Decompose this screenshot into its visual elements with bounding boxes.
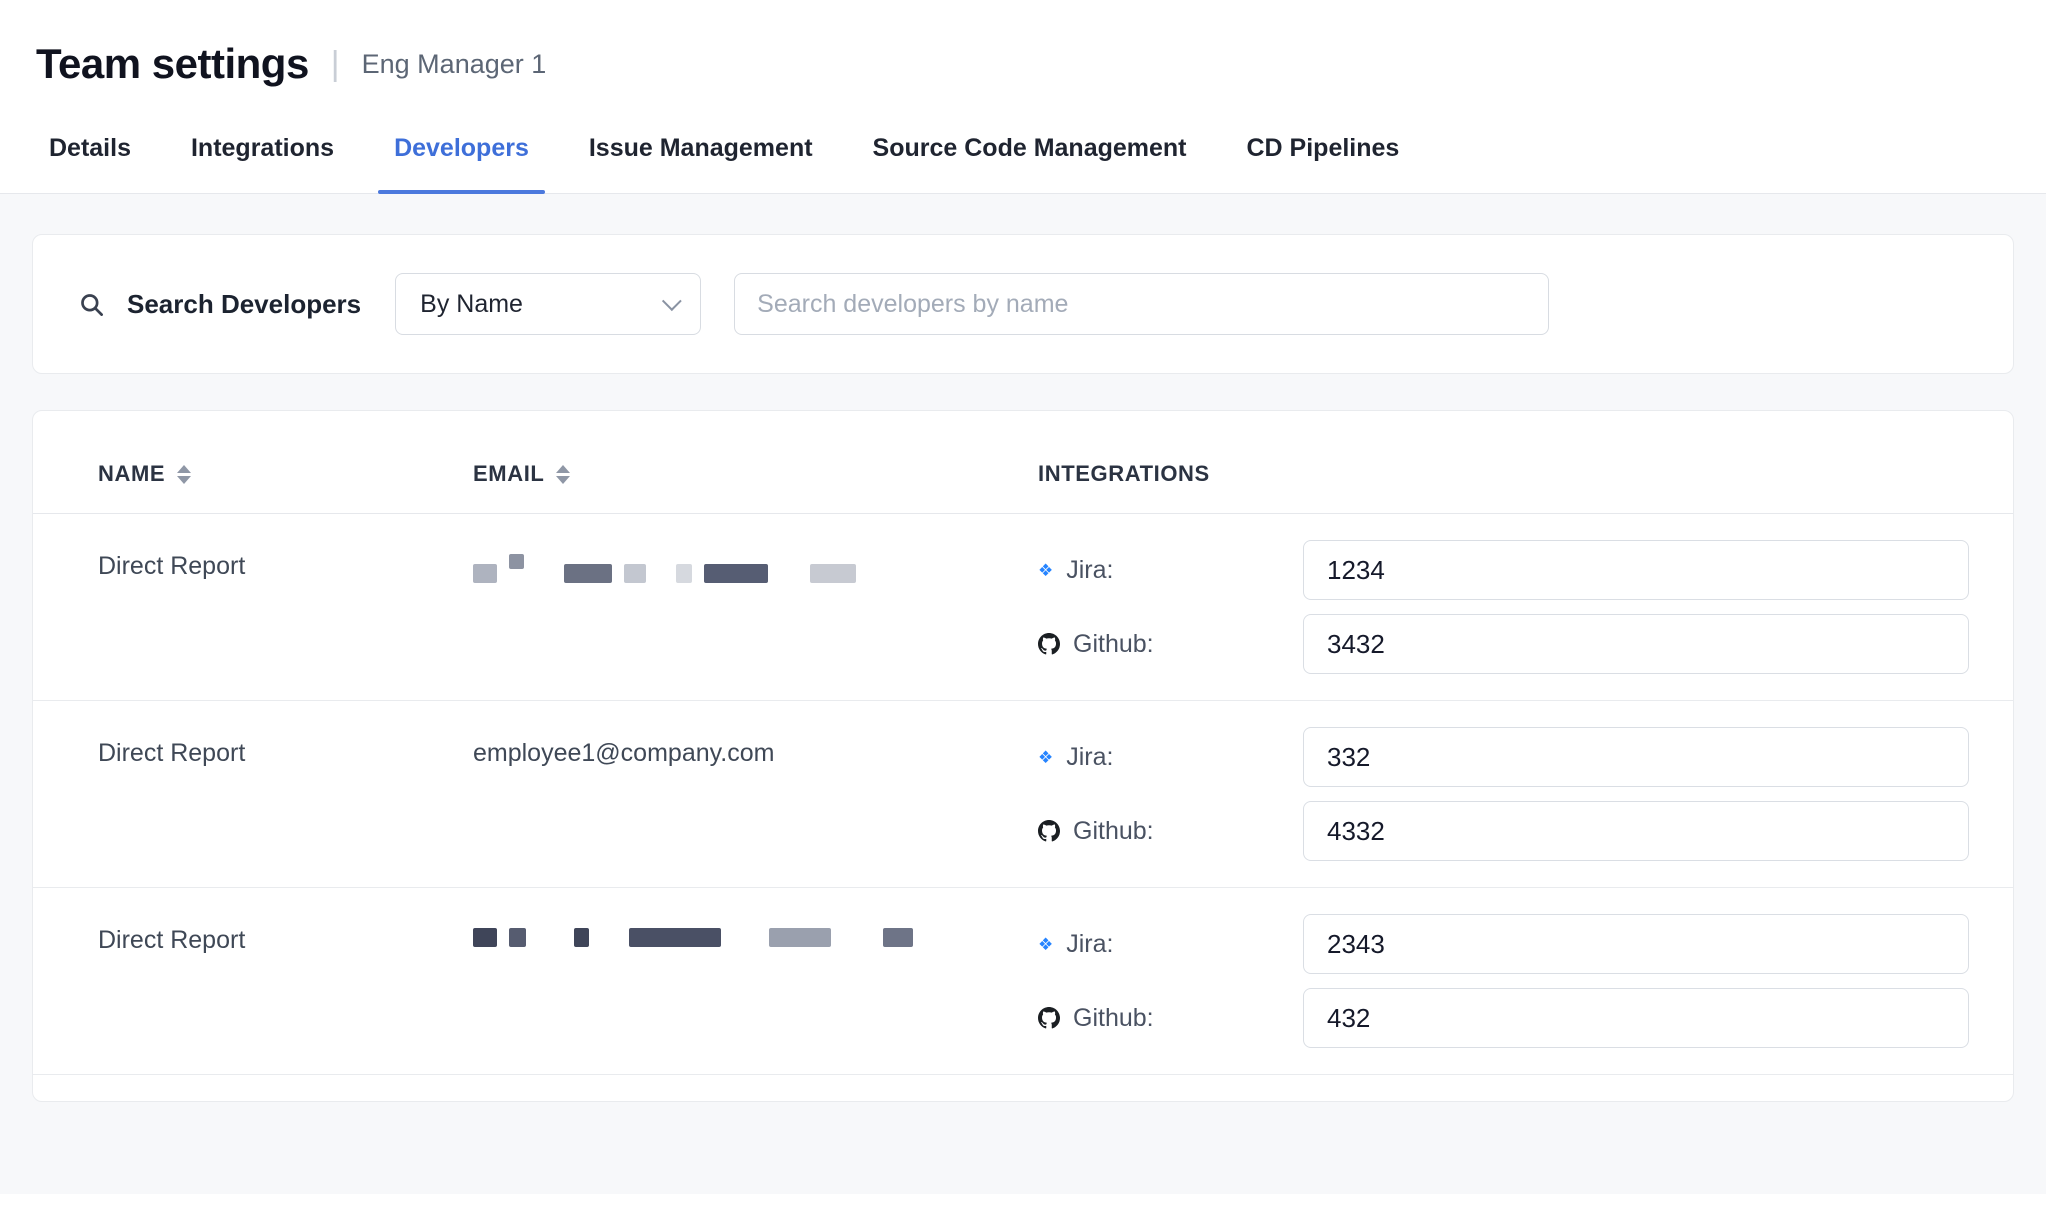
redacted-block bbox=[473, 564, 497, 583]
table-header-row: NAME EMAIL INTEGRATIONS bbox=[33, 425, 2013, 514]
page-header: Team settings | Eng Manager 1 bbox=[0, 0, 2046, 106]
jira-label: ❖ Jira: bbox=[1038, 556, 1303, 585]
jira-id-input[interactable] bbox=[1303, 727, 1969, 787]
search-input[interactable] bbox=[734, 273, 1549, 335]
developer-name: Direct Report bbox=[98, 914, 473, 955]
table-row: Direct Report ❖ Jira: bbox=[33, 514, 2013, 701]
redacted-block bbox=[629, 928, 721, 947]
redacted-block bbox=[883, 928, 913, 947]
jira-icon: ❖ bbox=[1038, 562, 1053, 579]
github-id-input[interactable] bbox=[1303, 801, 1969, 861]
tab-cd-pipelines[interactable]: CD Pipelines bbox=[1245, 106, 1402, 193]
github-integration-row: Github: bbox=[1038, 988, 1969, 1048]
sort-name-button[interactable] bbox=[177, 465, 191, 484]
search-icon bbox=[78, 291, 105, 318]
search-developers-label: Search Developers bbox=[127, 289, 361, 320]
github-label: Github: bbox=[1038, 1004, 1303, 1033]
github-label: Github: bbox=[1038, 630, 1303, 659]
tab-issue-management[interactable]: Issue Management bbox=[587, 106, 815, 193]
sort-email-button[interactable] bbox=[556, 465, 570, 484]
jira-label: ❖ Jira: bbox=[1038, 930, 1303, 959]
redacted-block bbox=[509, 928, 526, 947]
developer-name: Direct Report bbox=[98, 540, 473, 581]
tab-source-code-management[interactable]: Source Code Management bbox=[871, 106, 1189, 193]
jira-label: ❖ Jira: bbox=[1038, 743, 1303, 772]
redacted-block bbox=[574, 928, 589, 947]
tab-developers[interactable]: Developers bbox=[392, 106, 531, 193]
redacted-email bbox=[473, 914, 1038, 947]
redacted-block bbox=[810, 564, 856, 583]
redacted-block bbox=[564, 564, 612, 583]
table-row: Direct Report employee1@company.com ❖ Ji… bbox=[33, 701, 2013, 888]
redacted-block bbox=[676, 564, 692, 583]
redacted-block bbox=[769, 928, 831, 947]
jira-icon: ❖ bbox=[1038, 936, 1053, 953]
jira-integration-row: ❖ Jira: bbox=[1038, 914, 1969, 974]
sort-up-icon bbox=[177, 465, 191, 473]
search-developers-card: Search Developers By Name bbox=[32, 234, 2014, 374]
sort-down-icon bbox=[556, 476, 570, 484]
github-integration-row: Github: bbox=[1038, 801, 1969, 861]
developers-table: NAME EMAIL INTEGRATIONS Direct Report bbox=[32, 410, 2014, 1102]
jira-integration-row: ❖ Jira: bbox=[1038, 727, 1969, 787]
github-icon bbox=[1038, 820, 1060, 842]
tab-details[interactable]: Details bbox=[47, 106, 133, 193]
sort-down-icon bbox=[177, 476, 191, 484]
search-filter-select[interactable]: By Name bbox=[395, 273, 701, 335]
tab-integrations[interactable]: Integrations bbox=[189, 106, 336, 193]
main-content: Search Developers By Name NAME EMAIL bbox=[0, 194, 2046, 1194]
column-header-email: EMAIL bbox=[473, 461, 1038, 487]
github-integration-row: Github: bbox=[1038, 614, 1969, 674]
jira-id-input[interactable] bbox=[1303, 540, 1969, 600]
sort-up-icon bbox=[556, 465, 570, 473]
redacted-email bbox=[473, 540, 1038, 583]
jira-icon: ❖ bbox=[1038, 749, 1053, 766]
jira-id-input[interactable] bbox=[1303, 914, 1969, 974]
redacted-block bbox=[509, 554, 524, 569]
table-row: Direct Report ❖ Jira: bbox=[33, 888, 2013, 1075]
search-filter-value: By Name bbox=[420, 290, 523, 319]
integrations-cell: ❖ Jira: Github: bbox=[1038, 727, 1969, 861]
github-id-input[interactable] bbox=[1303, 614, 1969, 674]
page-subtitle: Eng Manager 1 bbox=[362, 49, 547, 80]
redacted-block bbox=[624, 564, 646, 583]
github-label: Github: bbox=[1038, 817, 1303, 846]
developer-email: employee1@company.com bbox=[473, 727, 1038, 768]
github-id-input[interactable] bbox=[1303, 988, 1969, 1048]
page-title: Team settings bbox=[36, 40, 309, 88]
column-header-name: NAME bbox=[98, 461, 473, 487]
developer-name: Direct Report bbox=[98, 727, 473, 768]
chevron-down-icon bbox=[662, 291, 682, 311]
redacted-block bbox=[473, 928, 497, 947]
redacted-block bbox=[704, 564, 768, 583]
title-divider: | bbox=[331, 45, 340, 84]
tab-bar: Details Integrations Developers Issue Ma… bbox=[0, 106, 2046, 194]
github-icon bbox=[1038, 633, 1060, 655]
github-icon bbox=[1038, 1007, 1060, 1029]
integrations-cell: ❖ Jira: Github: bbox=[1038, 540, 1969, 674]
jira-integration-row: ❖ Jira: bbox=[1038, 540, 1969, 600]
integrations-cell: ❖ Jira: Github: bbox=[1038, 914, 1969, 1048]
column-header-integrations: INTEGRATIONS bbox=[1038, 461, 1965, 487]
